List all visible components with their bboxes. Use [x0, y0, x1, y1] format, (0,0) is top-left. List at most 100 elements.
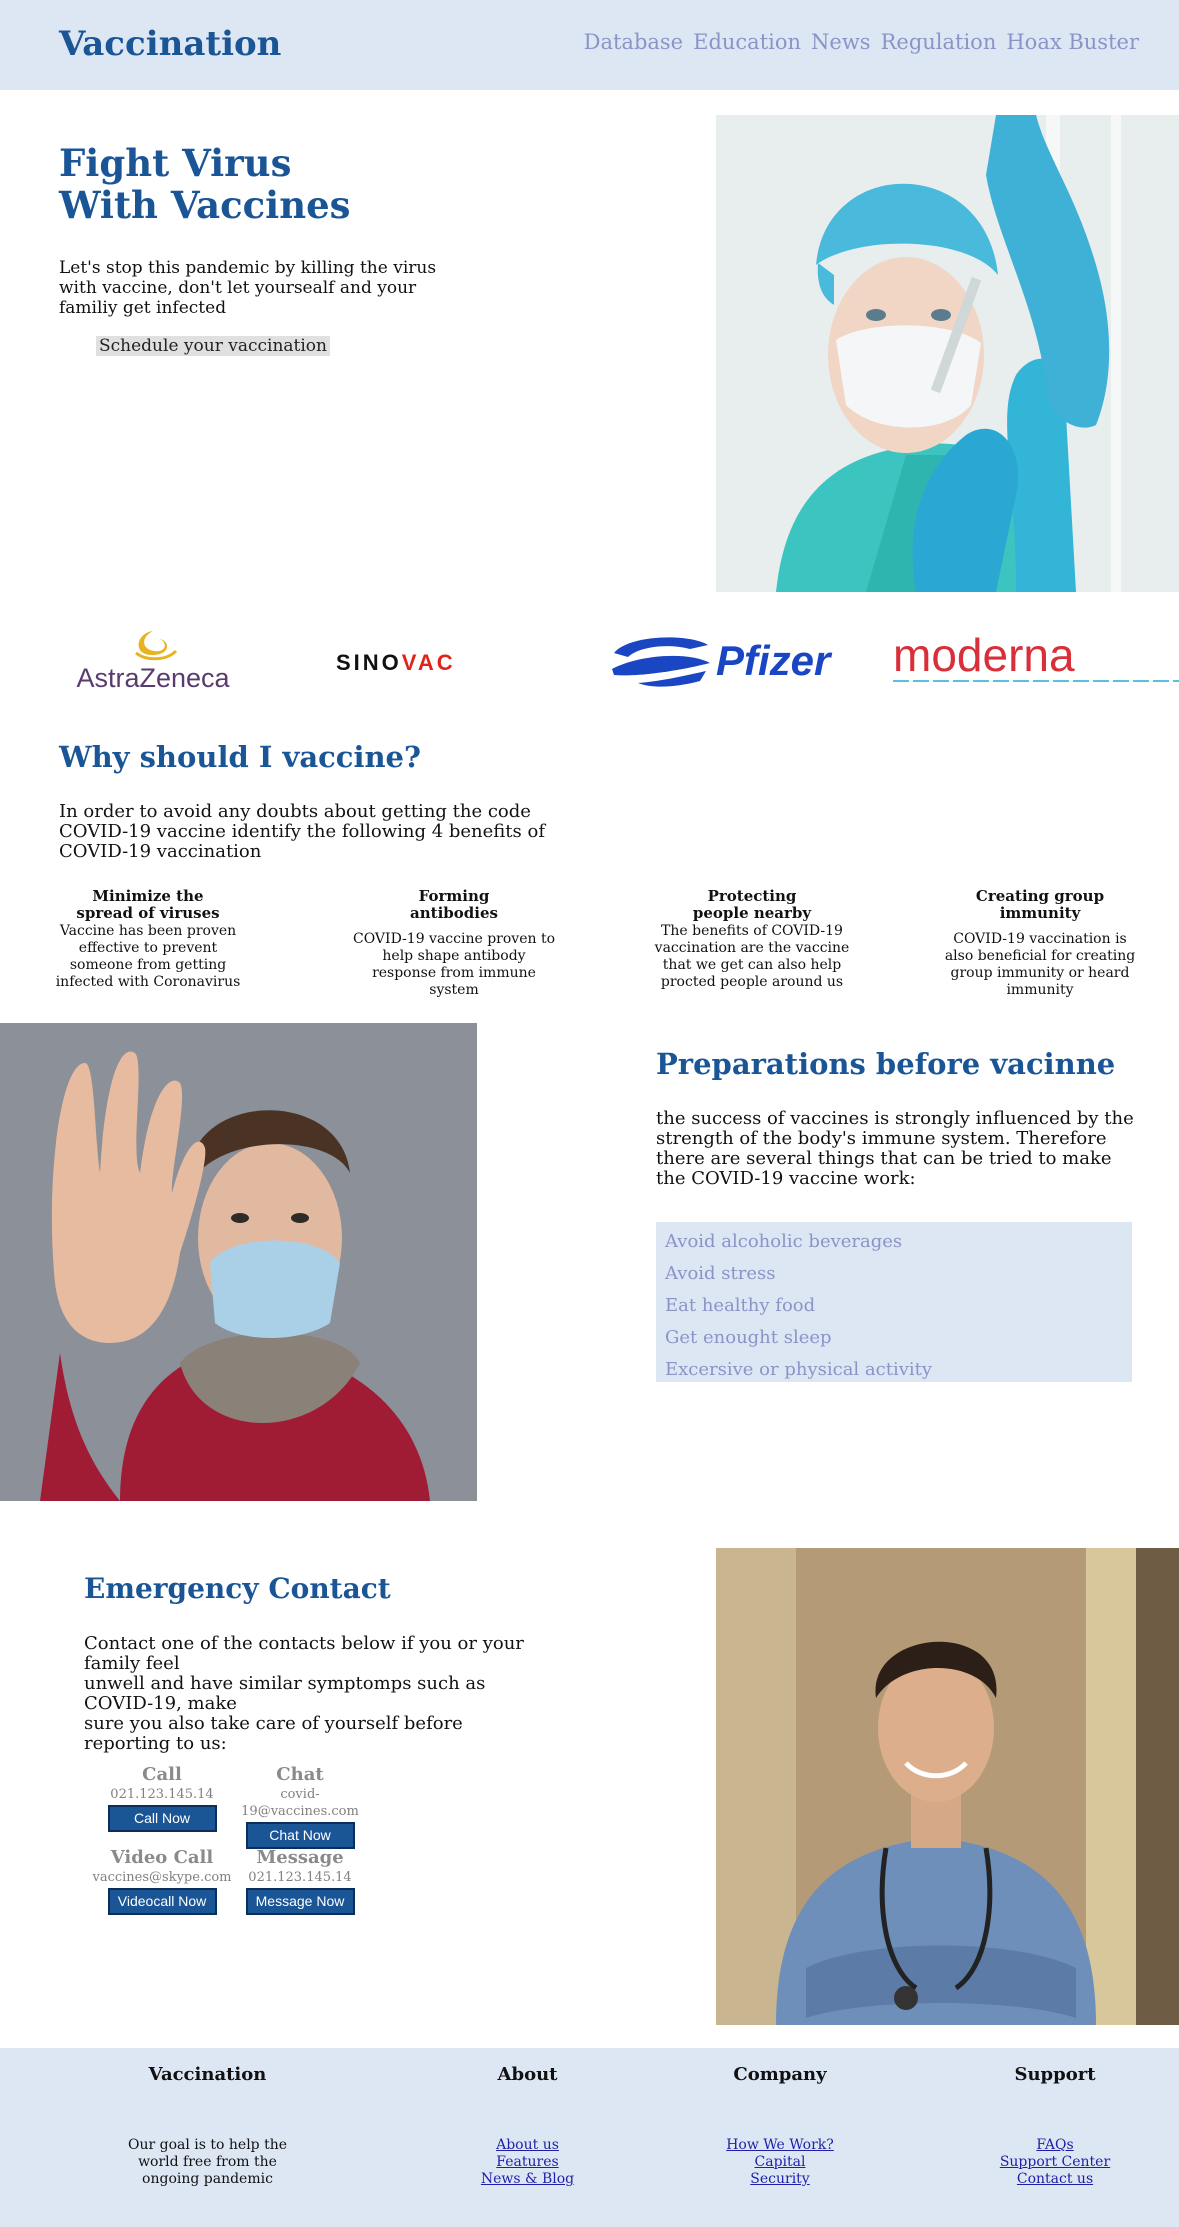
- benefit-title-line1: Creating group: [975, 887, 1105, 905]
- benefit-title: Creating group immunity: [938, 888, 1142, 922]
- list-item: Avoid stress: [665, 1263, 776, 1284]
- schedule-vaccination-button[interactable]: Schedule your vaccination: [96, 336, 330, 356]
- benefit-title: Minimize the spread of viruses: [52, 888, 244, 922]
- emergency-text: Contact one of the contacts below if you…: [84, 1634, 534, 1754]
- videocall-now-button[interactable]: Videocall Now: [107, 1888, 217, 1915]
- footer-heading: Company: [733, 2064, 827, 2085]
- benefit-text: Vaccine has been proven effective to pre…: [55, 923, 241, 990]
- nav-database[interactable]: Database: [584, 30, 683, 54]
- smiling-doctor-image: [716, 1548, 1179, 2025]
- pfizer-logo: Pfizer: [608, 625, 883, 695]
- preparations-text: the success of vaccines is strongly infl…: [656, 1108, 1134, 1189]
- hero-text: Let's stop this pandemic by killing the …: [59, 258, 437, 318]
- preparations-list: Avoid alcoholic beverages Avoid stress E…: [656, 1222, 1132, 1382]
- nav-news[interactable]: News: [811, 30, 871, 54]
- benefit-title: Protecting people nearby: [654, 888, 850, 922]
- benefit-title-line1: Forming: [418, 887, 490, 905]
- benefit-title: Forming antibodies: [350, 888, 558, 922]
- footer-col-support: Support FAQs Support Center Contact us: [985, 2064, 1125, 2188]
- footer-link-about-us[interactable]: About us: [460, 2137, 595, 2154]
- footer-link-faqs[interactable]: FAQs: [985, 2137, 1125, 2154]
- footer-links: FAQs Support Center Contact us: [985, 2137, 1125, 2188]
- benefit-card: Forming antibodies COVID-19 vaccine prov…: [350, 888, 558, 999]
- emergency-title: Emergency Contact: [84, 1572, 391, 1605]
- masked-man-image: [0, 1023, 477, 1501]
- benefit-title-line2: spread of viruses: [76, 904, 220, 922]
- footer-text-line: Our goal is to help the: [127, 2137, 288, 2153]
- moderna-wordmark: moderna: [893, 629, 1075, 681]
- benefit-title-line2: antibodies: [410, 904, 498, 922]
- contact-heading: Video Call: [110, 1847, 214, 1868]
- benefit-card: Minimize the spread of viruses Vaccine h…: [52, 888, 244, 991]
- footer-col-about: About About us Features News & Blog: [460, 2064, 595, 2188]
- list-item: Get enought sleep: [665, 1327, 832, 1348]
- contact-message: Message 021.123.145.14 Message Now: [230, 1847, 370, 1915]
- main-nav: Database Education News Regulation Hoax …: [584, 30, 1139, 54]
- footer-links: About us Features News & Blog: [460, 2137, 595, 2188]
- footer-link-support-center[interactable]: Support Center: [985, 2154, 1125, 2171]
- contact-heading: Call: [142, 1764, 182, 1785]
- benefit-text: COVID-19 vaccine proven to help shape an…: [352, 931, 556, 998]
- nav-regulation[interactable]: Regulation: [881, 30, 997, 54]
- preparations-title: Preparations before vacinne: [656, 1047, 1116, 1081]
- list-item: Excersive or physical activity: [665, 1359, 933, 1380]
- footer-link-contact-us[interactable]: Contact us: [985, 2171, 1125, 2188]
- footer-heading: Support: [1014, 2064, 1096, 2085]
- contact-call: Call 021.123.145.14 Call Now: [92, 1764, 232, 1832]
- hero-title-line1: Fight Virus: [59, 141, 292, 185]
- footer-heading: Vaccination: [148, 2064, 267, 2085]
- list-item: Avoid alcoholic beverages: [665, 1231, 903, 1252]
- nurse-with-syringe-image: [716, 115, 1179, 592]
- nav-hoax-buster[interactable]: Hoax Buster: [1006, 30, 1139, 54]
- sinovac-wordmark-b: VAC: [402, 650, 456, 675]
- contact-chat: Chat covid-19@vaccines.com Chat Now: [230, 1764, 370, 1849]
- benefit-card: Protecting people nearby The benefits of…: [654, 888, 850, 991]
- emergency-text-line: Contact one of the contacts below if you…: [84, 1633, 524, 1674]
- sinovac-wordmark-a: SINO: [336, 650, 402, 675]
- hero-title-line2: With Vaccines: [59, 183, 351, 227]
- brand-logo[interactable]: Vaccination: [59, 24, 281, 64]
- chat-now-button[interactable]: Chat Now: [245, 1822, 355, 1849]
- footer-links: How We Work? Capital Security: [700, 2137, 860, 2188]
- benefit-title-line1: Protecting: [707, 887, 797, 905]
- why-section-text: In order to avoid any doubts about getti…: [59, 801, 545, 862]
- contact-value: covid-19@vaccines.com: [241, 1787, 359, 1819]
- benefit-text: COVID-19 vaccination is also beneficial …: [944, 931, 1136, 998]
- benefit-title-line2: immunity: [999, 904, 1081, 922]
- benefit-title-line2: people nearby: [692, 904, 812, 922]
- svg-text:SINOVAC: SINOVAC: [336, 650, 456, 675]
- list-item: Eat healthy food: [665, 1295, 816, 1316]
- footer-link-news-blog[interactable]: News & Blog: [460, 2171, 595, 2188]
- footer-text-line: ongoing pandemic: [142, 2171, 273, 2187]
- benefit-card: Creating group immunity COVID-19 vaccina…: [938, 888, 1142, 999]
- footer-link-security[interactable]: Security: [700, 2171, 860, 2188]
- footer-link-how-we-work[interactable]: How We Work?: [700, 2137, 860, 2154]
- astrazeneca-logo: AstraZeneca: [46, 625, 261, 695]
- contact-value: vaccines@skype.com: [92, 1870, 232, 1885]
- benefit-title-line1: Minimize the: [92, 887, 204, 905]
- footer-heading: About: [497, 2064, 558, 2085]
- contact-value: 021.123.145.14: [248, 1870, 352, 1885]
- contact-video-call: Video Call vaccines@skype.com Videocall …: [92, 1847, 232, 1915]
- call-now-button[interactable]: Call Now: [107, 1805, 217, 1832]
- hero-title: Fight Virus With Vaccines: [59, 142, 351, 226]
- why-section-title: Why should I vaccine?: [59, 740, 421, 774]
- pfizer-wordmark: Pfizer: [716, 637, 833, 684]
- footer-col-company: Company How We Work? Capital Security: [700, 2064, 860, 2188]
- contact-heading: Chat: [276, 1764, 324, 1785]
- contact-heading: Message: [256, 1847, 344, 1868]
- footer-mission-text: Our goal is to help the world free from …: [120, 2137, 295, 2188]
- sinovac-logo: SINOVAC: [336, 625, 561, 695]
- footer-col-vaccination: Vaccination Our goal is to help the worl…: [120, 2064, 295, 2188]
- nav-education[interactable]: Education: [693, 30, 801, 54]
- astrazeneca-wordmark: AstraZeneca: [76, 663, 230, 693]
- moderna-logo: moderna: [893, 625, 1179, 695]
- footer-text-line: world free from the: [138, 2154, 277, 2170]
- contact-value: 021.123.145.14: [110, 1787, 214, 1802]
- message-now-button[interactable]: Message Now: [245, 1888, 355, 1915]
- emergency-text-line: unwell and have similar symptomps such a…: [84, 1673, 486, 1714]
- benefit-text: The benefits of COVID-19 vaccination are…: [654, 923, 850, 990]
- footer-link-features[interactable]: Features: [460, 2154, 595, 2171]
- footer-link-capital[interactable]: Capital: [700, 2154, 860, 2171]
- emergency-text-line: sure you also take care of yourself befo…: [84, 1713, 463, 1754]
